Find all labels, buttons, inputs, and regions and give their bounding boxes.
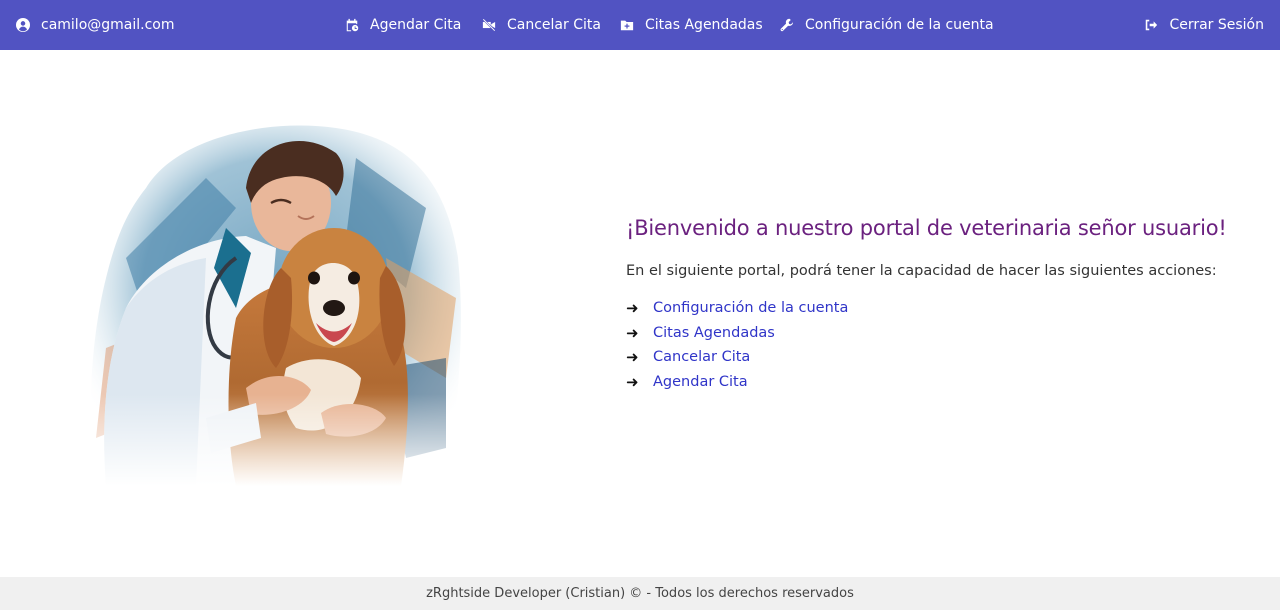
logout-label: Cerrar Sesión (1169, 17, 1264, 33)
link-configuracion-cuenta[interactable]: Configuración de la cuenta (653, 300, 848, 316)
user-email: camilo@gmail.com (41, 17, 175, 33)
arrow-right-icon: ➜ (626, 372, 639, 391)
nav-cancelar-cita[interactable]: Cancelar Cita (482, 0, 601, 50)
link-agendar-cita[interactable]: Agendar Cita (653, 374, 748, 390)
arrow-right-icon: ➜ (626, 299, 639, 318)
nav-citas-agendadas-label: Citas Agendadas (645, 17, 763, 33)
list-item: ➜ Configuración de la cuenta (626, 296, 1246, 321)
arrow-right-icon: ➜ (626, 323, 639, 342)
veterinarian-hugging-dog-image (86, 118, 466, 486)
page-footer: zRghtside Developer (Cristian) © - Todos… (0, 577, 1280, 610)
nav-configuracion-cuenta-label: Configuración de la cuenta (805, 17, 994, 33)
sign-out-icon (1146, 19, 1158, 31)
footer-text: zRghtside Developer (Cristian) © - Todos… (426, 586, 854, 601)
folder-plus-icon (620, 20, 634, 31)
user-account[interactable]: camilo@gmail.com (16, 0, 175, 50)
nav-citas-agendadas[interactable]: Citas Agendadas (620, 0, 763, 50)
hero-illustration (86, 118, 466, 486)
welcome-section: ¡Bienvenido a nuestro portal de veterina… (626, 216, 1246, 394)
nav-cancelar-cita-label: Cancelar Cita (507, 17, 601, 33)
logout-button[interactable]: Cerrar Sesión (1144, 0, 1264, 50)
user-circle-icon (16, 18, 30, 32)
welcome-intro: En el siguiente portal, podrá tener la c… (626, 263, 1217, 279)
link-citas-agendadas[interactable]: Citas Agendadas (653, 325, 775, 341)
nav-agendar-cita[interactable]: Agendar Cita (345, 0, 461, 50)
nav-agendar-cita-label: Agendar Cita (370, 17, 462, 33)
video-slash-icon (482, 18, 496, 32)
link-cancelar-cita[interactable]: Cancelar Cita (653, 349, 750, 365)
list-item: ➜ Agendar Cita (626, 370, 1246, 395)
top-navbar: camilo@gmail.com Agendar Cita Cancelar C… (0, 0, 1280, 50)
arrow-right-icon: ➜ (626, 348, 639, 367)
list-item: ➜ Citas Agendadas (626, 321, 1246, 346)
list-item: ➜ Cancelar Cita (626, 345, 1246, 370)
actions-list: ➜ Configuración de la cuenta ➜ Citas Age… (626, 296, 1246, 394)
nav-configuracion-cuenta[interactable]: Configuración de la cuenta (780, 0, 994, 50)
wrench-icon (780, 18, 794, 32)
welcome-title: ¡Bienvenido a nuestro portal de veterina… (626, 216, 1227, 240)
calendar-clock-icon (346, 18, 359, 32)
